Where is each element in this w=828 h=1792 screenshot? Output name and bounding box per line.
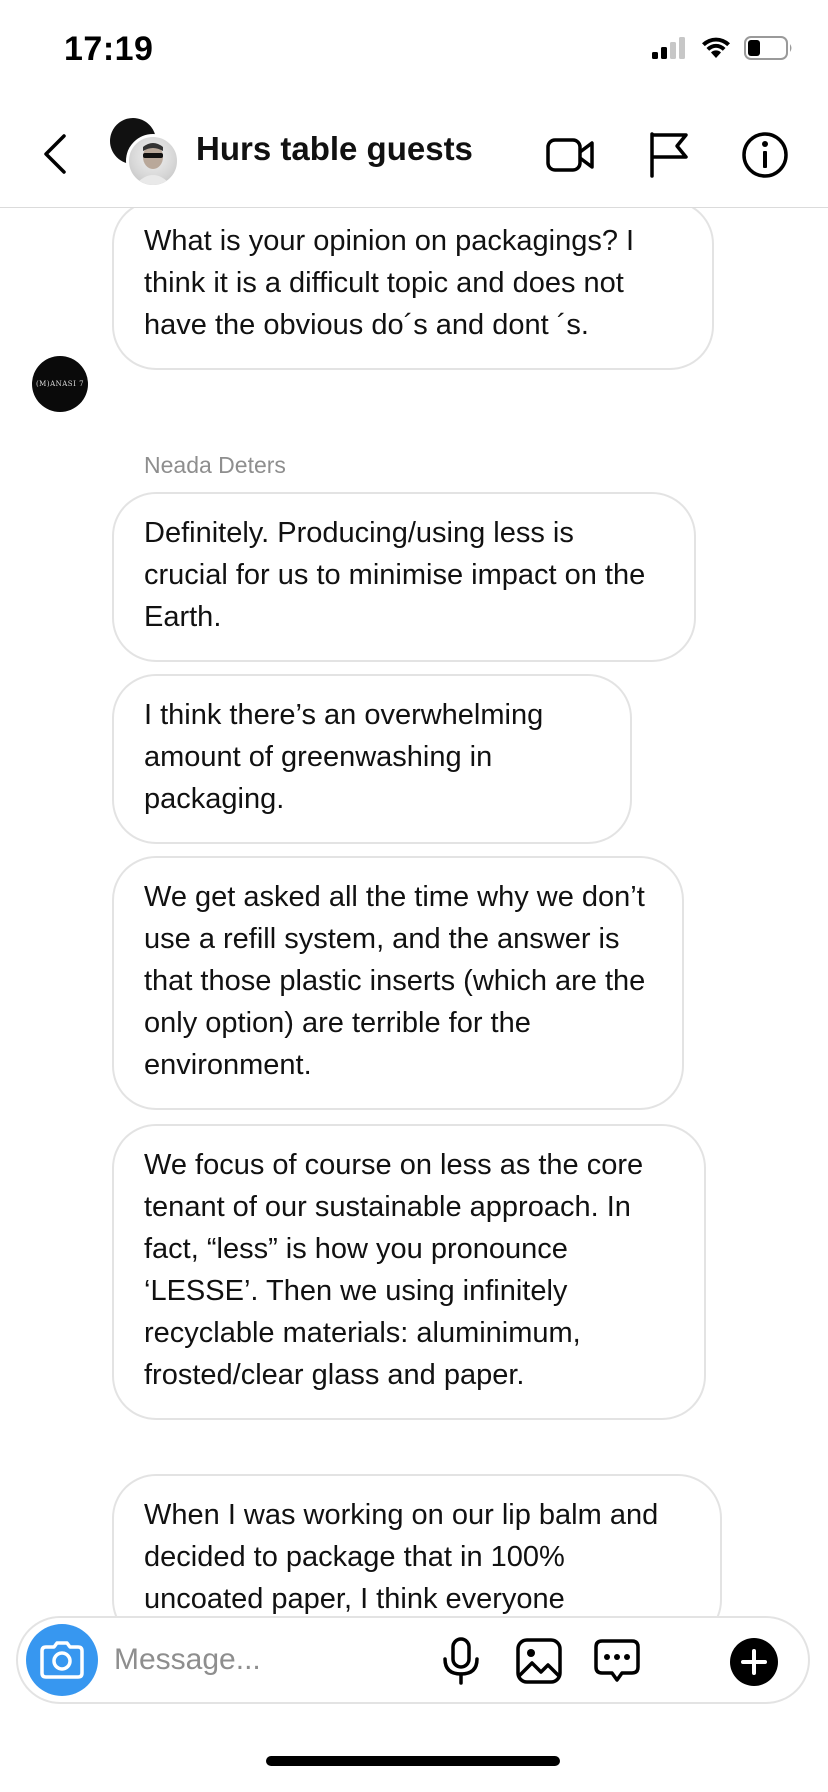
status-bar: 17:19 [0,0,828,100]
home-indicator [266,1756,560,1766]
group-avatar-front [126,134,180,188]
message-bubble[interactable]: We focus of course on less as the core t… [112,1124,706,1420]
info-icon[interactable] [738,128,792,182]
microphone-icon[interactable] [436,1636,486,1686]
image-icon[interactable] [514,1636,564,1686]
status-time: 17:19 [64,30,154,68]
message-thread[interactable]: What is your opinion on packagings? I th… [0,208,828,1620]
group-avatar[interactable] [110,118,182,190]
camera-icon [40,1641,84,1679]
chat-title[interactable]: Hurs table guests [196,130,473,168]
screen: 17:19 Hurs table guests What is your opi… [0,0,828,1792]
message-bubble[interactable]: I think there’s an overwhelming amount o… [112,674,632,844]
message-bubble[interactable]: When I was working on our lip balm and d… [112,1474,722,1620]
plus-icon [741,1649,767,1675]
message-bubble[interactable]: What is your opinion on packagings? I th… [112,208,714,370]
battery-icon [744,36,792,60]
cellular-signal-icon [652,37,685,59]
sender-avatar[interactable]: (M)ANASI 7 [32,356,88,412]
sender-name: Neada Deters [144,452,286,478]
status-icons [652,36,794,60]
camera-button[interactable] [26,1624,98,1696]
message-composer [16,1616,810,1704]
chat-header: Hurs table guests [0,100,828,208]
add-button[interactable] [730,1638,778,1686]
message-bubble[interactable]: Definitely. Producing/using less is cruc… [112,492,696,662]
message-options-icon[interactable] [592,1636,642,1686]
flag-icon[interactable] [642,128,696,182]
message-bubble[interactable]: We get asked all the time why we don’t u… [112,856,684,1110]
video-camera-icon[interactable] [544,128,598,182]
chevron-left-icon[interactable] [36,130,76,178]
wifi-icon [702,37,730,58]
person-photo-icon [135,143,171,185]
